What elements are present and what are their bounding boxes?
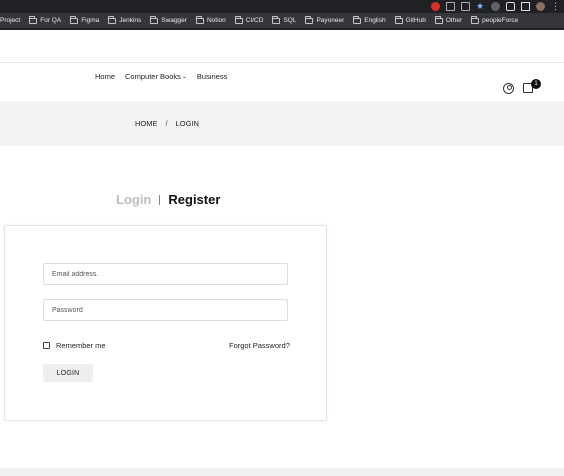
forgot-password-link[interactable]: Forgot Password? <box>229 341 290 350</box>
bookmark-item[interactable]: CI/CD <box>234 15 264 24</box>
share-icon[interactable] <box>461 2 470 11</box>
bookmark-item[interactable]: English <box>353 15 386 24</box>
auth-tabs: Login Register <box>116 192 220 207</box>
bookmark-item[interactable]: peopleForce <box>471 15 519 24</box>
bookmark-label: peopleForce <box>482 17 519 24</box>
main-nav: Home Computer Books ⌄ Business <box>95 72 227 81</box>
folder-icon <box>434 15 443 24</box>
bookmark-label: Project <box>0 17 21 24</box>
extension-active-icon[interactable] <box>491 2 500 11</box>
folder-icon <box>108 15 117 24</box>
bookmark-label: English <box>364 17 386 24</box>
bookmark-item[interactable]: For QA <box>29 15 62 24</box>
breadcrumb-current: LOGIN <box>175 119 199 128</box>
bookmark-item[interactable]: GitHub <box>394 15 426 24</box>
remember-me-checkbox[interactable] <box>43 342 50 349</box>
browser-menu-icon[interactable]: ⋮ <box>551 2 560 11</box>
header-divider <box>0 62 564 63</box>
folder-icon <box>272 15 281 24</box>
nav-item-computer-books[interactable]: Computer Books ⌄ <box>125 72 187 81</box>
bookmark-label: Swagger <box>161 17 187 24</box>
folder-icon <box>234 15 243 24</box>
bookmark-item[interactable]: Notion <box>195 15 226 24</box>
nav-item-label: Computer Books <box>125 72 181 81</box>
browser-divider <box>0 28 564 30</box>
folder-icon <box>150 15 159 24</box>
bookmark-item[interactable]: Swagger <box>150 15 187 24</box>
translate-icon[interactable] <box>446 2 455 11</box>
folder-icon <box>70 15 79 24</box>
folder-icon <box>29 15 38 24</box>
bookmark-item[interactable]: Other <box>434 15 463 24</box>
bookmark-label: Figma <box>81 17 100 24</box>
breadcrumb: HOME / LOGIN <box>135 119 199 128</box>
folder-icon <box>353 15 362 24</box>
tab-login[interactable]: Login <box>116 192 151 207</box>
chevron-down-icon: ⌄ <box>181 74 187 80</box>
user-account-icon[interactable] <box>503 83 514 94</box>
password-field[interactable] <box>43 299 288 321</box>
breadcrumb-band <box>0 101 564 146</box>
bookmark-label: Payoneer <box>316 17 345 24</box>
email-field[interactable] <box>43 263 288 285</box>
breadcrumb-separator: / <box>165 119 168 128</box>
remember-me[interactable]: Remember me <box>43 341 106 350</box>
nav-item-home[interactable]: Home <box>95 72 115 81</box>
bookmark-label: Jenkins <box>119 17 142 24</box>
bookmarks-bar: Project For QA Figma Jenkins Swagger Not… <box>0 13 564 28</box>
browser-extension-icons: ★ ⋮ <box>431 0 564 13</box>
remember-me-label: Remember me <box>56 341 106 350</box>
tab-divider <box>159 194 161 205</box>
folder-icon <box>305 15 314 24</box>
bookmark-label: SQL <box>283 17 297 24</box>
bookmark-label: Notion <box>206 17 226 24</box>
browser-toolbar: ★ ⋮ <box>0 0 564 13</box>
folder-icon <box>195 15 204 24</box>
puzzle-extensions-icon[interactable] <box>506 2 515 11</box>
bookmark-item[interactable]: Jenkins <box>108 15 142 24</box>
login-form-card <box>4 225 327 421</box>
nav-item-business[interactable]: Business <box>197 72 227 81</box>
breadcrumb-home-link[interactable]: HOME <box>135 119 158 128</box>
sidebar-toggle-icon[interactable] <box>521 2 530 11</box>
bookmark-label: GitHub <box>405 17 426 24</box>
record-extension-icon[interactable] <box>431 2 440 11</box>
folder-icon <box>471 15 480 24</box>
login-button[interactable]: LOGIN <box>43 364 93 382</box>
cart-count-badge: 1 <box>531 79 541 89</box>
folder-icon <box>394 15 403 24</box>
bookmark-item[interactable]: Payoneer <box>305 15 345 24</box>
bookmark-label: For QA <box>40 17 62 24</box>
profile-avatar-icon[interactable] <box>536 2 545 11</box>
bookmark-item[interactable]: Project <box>0 17 20 24</box>
footer-strip <box>0 468 564 476</box>
bookmark-item[interactable]: SQL <box>272 15 297 24</box>
bookmark-label: Other <box>445 17 463 24</box>
bookmark-star-icon[interactable]: ★ <box>476 2 485 11</box>
bookmark-label: CI/CD <box>245 17 264 24</box>
bookmark-item[interactable]: Figma <box>70 15 100 24</box>
tab-register[interactable]: Register <box>168 192 220 207</box>
